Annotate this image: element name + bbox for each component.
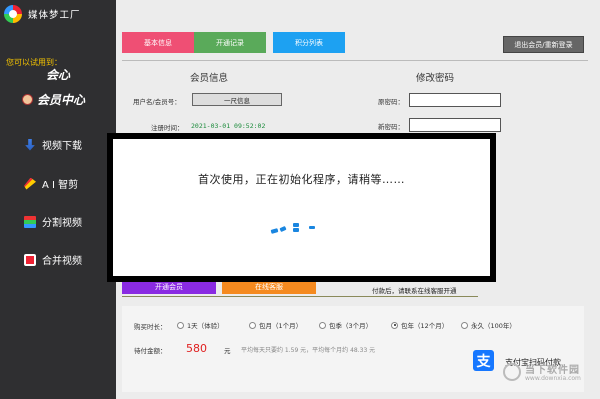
- username-label: 用户名/会员号：: [133, 98, 181, 106]
- split-video-icon: [24, 215, 36, 228]
- new-password-label: 新密码：: [378, 123, 404, 131]
- radio-dot-checked: [391, 321, 398, 329]
- old-password-input[interactable]: [409, 93, 501, 107]
- tab-basic-info[interactable]: 基本信息: [122, 32, 194, 53]
- app-logo-icon: [4, 5, 22, 23]
- sidebar-item-video-download[interactable]: 视频下载: [24, 137, 82, 152]
- radio-label: 包年（12个月）: [401, 322, 449, 330]
- sidebar-item-label: 合并视频: [42, 256, 82, 267]
- amount-label: 待付金额：: [134, 347, 167, 355]
- duration-label: 购买时长：: [134, 323, 167, 331]
- sidebar-item-split-video[interactable]: 分割视频: [24, 214, 82, 229]
- radio-label: 永久（100年）: [471, 322, 516, 330]
- member-center-link[interactable]: 会员中心: [22, 91, 85, 108]
- merge-video-icon: [24, 253, 36, 266]
- radio-dot: [249, 321, 256, 329]
- divider: [122, 60, 588, 61]
- old-password-label: 原密码：: [378, 98, 404, 106]
- change-password-title: 修改密码: [416, 73, 455, 84]
- reg-time-value: 2021-03-01 09:52:02: [191, 122, 266, 130]
- logout-button[interactable]: 退出会员/重新登录: [503, 36, 584, 53]
- member-info-title: 会员信息: [190, 73, 229, 84]
- download-arrow-icon: [25, 138, 35, 151]
- ai-cut-icon: [24, 177, 36, 190]
- loading-spinner-icon: [270, 217, 331, 237]
- average-price-note: 平均每天只要约 1.59 元，平均每个月约 48.33 元: [241, 347, 376, 354]
- amount-value: 580: [186, 342, 207, 355]
- loading-message: 首次使用，正在初始化程序，请稍等……: [198, 173, 405, 186]
- watermark-cn: 当下软件园: [525, 365, 580, 376]
- radio-label: 包季（3个月）: [329, 322, 373, 330]
- watermark-en: www.downxia.com: [525, 375, 581, 382]
- member-center-label: 会员中心: [37, 93, 86, 107]
- divider: [122, 296, 478, 297]
- app-header: 媒体梦工厂: [0, 0, 116, 28]
- sidebar-item-merge-video[interactable]: 合并视频: [24, 252, 82, 267]
- radio-1-month[interactable]: 包月（1个月）: [249, 320, 302, 330]
- init-loading-dialog: 首次使用，正在初始化程序，请稍等……: [107, 133, 496, 282]
- radio-label: 1天（体验）: [187, 322, 224, 330]
- radio-3-months[interactable]: 包季（3个月）: [319, 320, 372, 330]
- radio-100-years[interactable]: 永久（100年）: [461, 320, 516, 330]
- username-value: 一尺信息: [192, 93, 282, 106]
- alipay-icon: 支: [473, 350, 494, 371]
- tab-open-records[interactable]: 开通记录: [194, 32, 266, 53]
- radio-1-day[interactable]: 1天（体验）: [177, 320, 224, 330]
- watermark: 当下软件园 www.downxia.com: [503, 361, 593, 391]
- new-password-input[interactable]: [409, 118, 501, 132]
- after-pay-note: 付款后，请联系在线客服开通: [372, 287, 457, 295]
- currency-unit: 元: [224, 347, 231, 355]
- radio-label: 包月（1个月）: [259, 322, 303, 330]
- radio-12-months[interactable]: 包年（12个月）: [391, 320, 448, 330]
- tab-points-list[interactable]: 积分列表: [273, 32, 345, 53]
- brand-xin: 会心: [46, 68, 71, 82]
- sidebar-item-ai-cut[interactable]: A I 智剪: [24, 176, 78, 191]
- radio-dot: [461, 321, 468, 329]
- watermark-logo-icon: [503, 363, 521, 381]
- radio-dot: [177, 321, 184, 329]
- reg-time-label: 注册时间：: [151, 124, 184, 132]
- sidebar-item-label: 视频下载: [42, 141, 82, 152]
- sidebar: 媒体梦工厂 您可以试用到： 会心 会员中心 视频下载 A I 智剪 分割视频 合…: [0, 0, 116, 399]
- sidebar-item-label: A I 智剪: [42, 180, 79, 191]
- dialog-body: 首次使用，正在初始化程序，请稍等……: [113, 139, 490, 276]
- member-avatar-icon: [22, 94, 33, 105]
- radio-dot: [319, 321, 326, 329]
- app-title: 媒体梦工厂: [28, 10, 81, 21]
- sidebar-item-label: 分割视频: [42, 218, 82, 229]
